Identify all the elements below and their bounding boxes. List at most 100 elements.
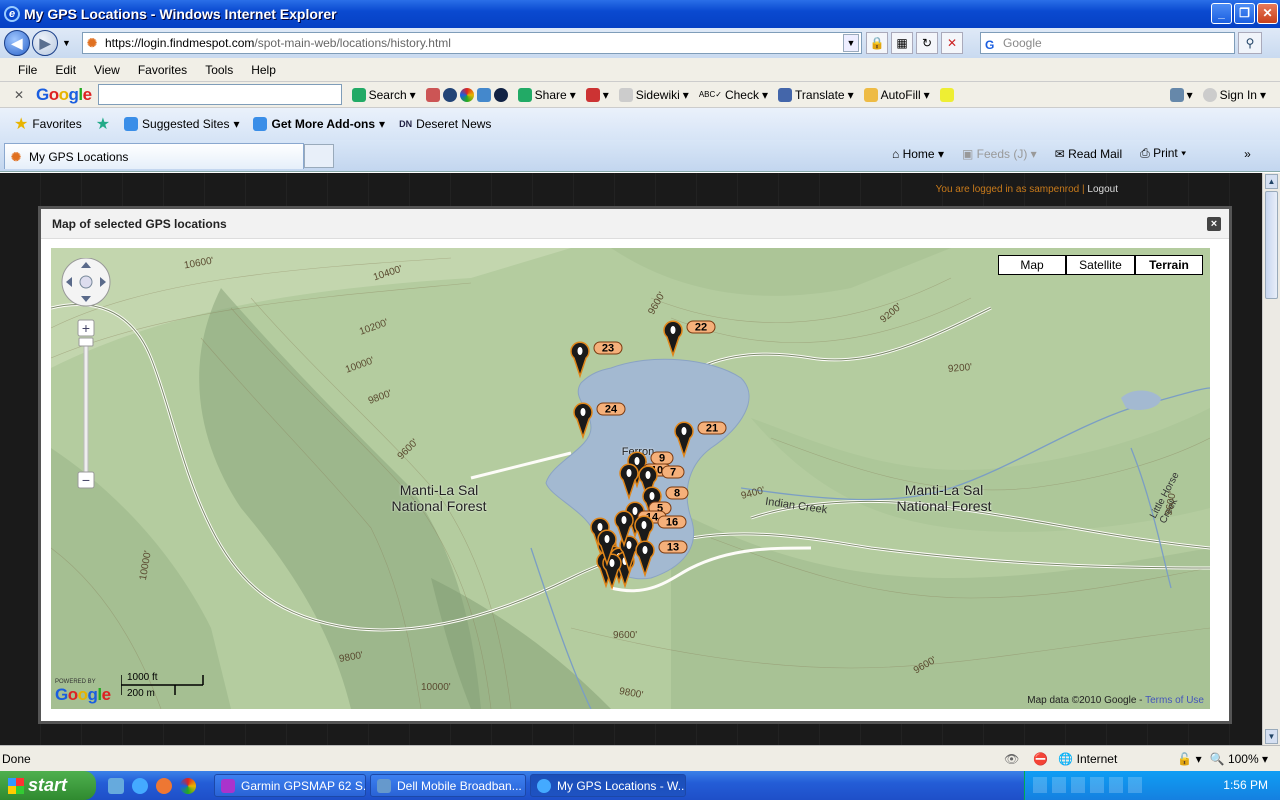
more-commands-icon[interactable]: » — [1244, 147, 1251, 161]
refresh-icon[interactable]: ↻ — [916, 32, 938, 54]
toolbar-settings-button[interactable]: ▾ — [1169, 87, 1193, 102]
task-garmin[interactable]: Garmin GPSMAP 62 S... — [214, 774, 366, 797]
check-label: Check — [724, 87, 759, 102]
menu-tools[interactable]: Tools — [205, 63, 233, 77]
favorites-button[interactable]: ★ Favorites — [14, 114, 82, 134]
powered-by-google-logo[interactable]: POWERED BY Google — [55, 679, 111, 705]
maximize-button[interactable]: ❐ — [1234, 3, 1255, 24]
url-field[interactable]: ✺ https://login. findmespot.com/spot-main… — [82, 32, 862, 54]
recent-pages-dropdown[interactable]: ▼ — [62, 38, 71, 48]
favorites-label: Favorites — [32, 117, 82, 131]
popup-blocker-button[interactable]: ▾ — [585, 87, 609, 102]
print-button[interactable]: ⎙ Print ▾ — [1140, 146, 1186, 161]
gps-marker-label-24[interactable]: 24 — [596, 402, 626, 416]
blocked-content-icon[interactable]: ⛔ — [1033, 752, 1048, 766]
gps-marker-label-8[interactable]: 8 — [665, 486, 689, 500]
back-button[interactable]: ◀ — [4, 30, 30, 56]
forward-button[interactable]: ▶ — [32, 30, 58, 56]
menu-favorites[interactable]: Favorites — [138, 63, 187, 77]
minimize-button[interactable]: _ — [1211, 3, 1232, 24]
gps-marker-number: 22 — [695, 322, 707, 334]
gps-marker-10[interactable] — [619, 463, 639, 501]
autofill-button[interactable]: AutoFill ▾ — [863, 87, 930, 102]
vertical-scrollbar[interactable]: ▲ ▼ — [1262, 173, 1280, 745]
task-my-gps-locations[interactable]: My GPS Locations - W... — [530, 774, 686, 797]
modal-close-button[interactable]: × — [1207, 217, 1221, 231]
ie-quicklaunch-icon[interactable] — [132, 777, 148, 794]
protected-mode-icon[interactable]: 🔓 ▾ — [1177, 752, 1201, 766]
feeds-button[interactable]: ▣ Feeds (J) ▾ — [962, 147, 1037, 161]
sidewiki-icon — [618, 87, 633, 102]
highlight-button[interactable] — [939, 87, 954, 102]
search-box[interactable]: G Google — [980, 32, 1235, 54]
gps-marker-label-23[interactable]: 23 — [593, 341, 623, 355]
gps-marker-13[interactable] — [635, 540, 655, 578]
chrome-icon[interactable] — [180, 777, 196, 794]
username: sampenrod — [1029, 184, 1080, 195]
zoom-level[interactable]: 🔍 100% ▾ — [1210, 752, 1268, 766]
privacy-icon[interactable]: 👁 — [1004, 752, 1019, 766]
home-icon: ⌂ — [892, 146, 900, 161]
translate-button[interactable]: Translate ▾ — [778, 87, 854, 102]
spellcheck-button[interactable]: ABC✓ Check ▾ — [699, 88, 768, 102]
toolbar-bookmarks-icons[interactable] — [425, 87, 508, 102]
url-dropdown[interactable]: ▼ — [843, 34, 859, 52]
gps-marker-label-13[interactable]: 13 — [658, 540, 688, 554]
google-search-label: Search — [368, 87, 407, 102]
start-label: start — [28, 775, 68, 795]
read-mail-button[interactable]: ✉ Read Mail — [1055, 147, 1122, 161]
share-button[interactable]: Share ▾ — [517, 87, 576, 102]
google-search-button[interactable]: Search ▾ — [351, 87, 416, 102]
gps-marker-23[interactable] — [570, 341, 590, 379]
gps-marker-label-21[interactable]: 21 — [697, 421, 727, 435]
share-icon — [517, 87, 532, 102]
task-dell-broadband[interactable]: Dell Mobile Broadban... — [370, 774, 526, 797]
start-button[interactable]: start — [0, 771, 96, 800]
get-more-addons-link[interactable]: Get More Add-ons ▾ — [253, 117, 385, 131]
printer-icon: ⎙ — [1140, 146, 1150, 160]
menu-file[interactable]: File — [18, 63, 37, 77]
tab-label: My GPS Locations — [29, 150, 129, 164]
gps-marker-number: 16 — [666, 517, 678, 529]
menu-view[interactable]: View — [94, 63, 120, 77]
google-search-input[interactable] — [97, 84, 342, 105]
add-to-favorites-bar-button[interactable]: ★ — [96, 114, 110, 134]
close-window-button[interactable]: ✕ — [1257, 3, 1278, 24]
show-desktop-icon[interactable] — [108, 777, 124, 794]
tab-my-gps-locations[interactable]: ✺ My GPS Locations — [4, 143, 304, 169]
google-search-icon — [351, 87, 366, 102]
terms-of-use-link[interactable]: Terms of Use — [1145, 695, 1204, 706]
google-map[interactable]: Map Satellite Terrain + − Manti-La Sal N… — [51, 248, 1210, 709]
gps-marker-label-7[interactable]: 7 — [661, 465, 685, 479]
tray-icons[interactable] — [1033, 777, 1143, 793]
window-title: My GPS Locations - Windows Internet Expl… — [24, 6, 337, 22]
stop-icon[interactable]: ✕ — [941, 32, 963, 54]
gps-marker-22[interactable] — [663, 320, 683, 358]
scroll-up-arrow[interactable]: ▲ — [1265, 174, 1278, 189]
new-tab-button[interactable] — [304, 144, 334, 168]
home-button[interactable]: ⌂ Home ▾ — [892, 147, 944, 161]
sidewiki-button[interactable]: Sidewiki ▾ — [618, 87, 689, 102]
gps-marker-label-22[interactable]: 22 — [686, 320, 716, 334]
scroll-down-arrow[interactable]: ▼ — [1265, 729, 1278, 744]
search-icon[interactable]: ⚲ — [1238, 32, 1262, 54]
gps-marker-21[interactable] — [674, 421, 694, 459]
abc-check-icon: ABC✓ — [698, 90, 722, 99]
gps-marker-24[interactable] — [573, 402, 593, 440]
menu-edit[interactable]: Edit — [55, 63, 76, 77]
sign-in-button[interactable]: Sign In ▾ — [1202, 87, 1266, 102]
suggested-sites-link[interactable]: Suggested Sites ▾ — [124, 117, 239, 131]
security-zone[interactable]: 🌐 Internet — [1058, 752, 1117, 766]
sign-in-label: Sign In — [1219, 87, 1257, 102]
magnifier-icon: 🔍 — [1209, 751, 1225, 766]
lock-icon[interactable]: 🔒 — [866, 32, 888, 54]
gps-marker-label-16[interactable]: 16 — [657, 515, 687, 529]
compatibility-view-icon[interactable]: ▦ — [891, 32, 913, 54]
gps-marker-label-9[interactable]: 9 — [650, 451, 674, 465]
logout-link[interactable]: Logout — [1087, 184, 1118, 195]
scroll-thumb[interactable] — [1265, 191, 1278, 299]
deseret-news-link[interactable]: DN Deseret News — [399, 117, 491, 131]
menu-help[interactable]: Help — [251, 63, 276, 77]
close-toolbar-icon[interactable]: ✕ — [14, 88, 28, 102]
firefox-icon[interactable] — [156, 777, 172, 794]
